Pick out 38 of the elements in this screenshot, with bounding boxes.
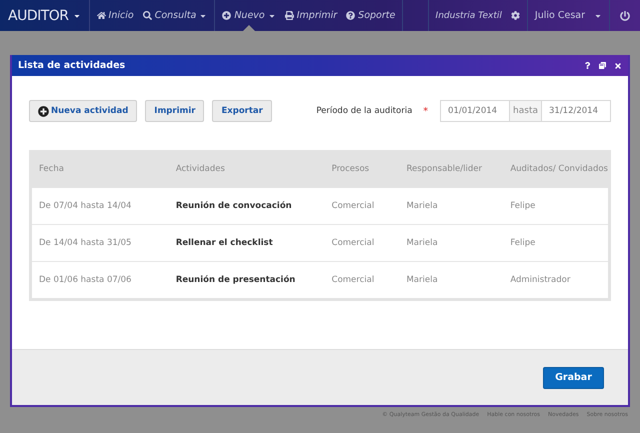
nav-link[interactable]: Imprimir — [284, 0, 338, 31]
nav-link[interactable]: Soporte — [346, 0, 396, 31]
table-cell: Comercial — [324, 262, 400, 300]
brand-logo[interactable]: AUDITOR — [8, 8, 69, 24]
save-button[interactable]: Grabar — [543, 366, 604, 388]
table-cell: De 01/06 hasta 07/06 — [30, 262, 169, 300]
table-cell: Felipe — [503, 224, 610, 262]
user-menu[interactable]: Julio Cesar — [534, 10, 585, 21]
table-cell: Reunión de convocación — [168, 188, 325, 224]
toolbar-button[interactable]: Imprimir — [145, 100, 204, 122]
toolbar-button[interactable]: Exportar — [212, 100, 272, 122]
table-cell: Comercial — [324, 188, 400, 224]
table-cell: Felipe — [503, 188, 610, 224]
required-mark: * — [423, 106, 428, 116]
date-field[interactable]: 01/01/2014 — [440, 100, 510, 122]
table-cell: Comercial — [324, 224, 400, 262]
column-header: Responsable/lider — [399, 150, 504, 188]
table-cell: Mariela — [399, 262, 504, 300]
dialog-title: Lista de actividades — [18, 60, 126, 71]
range-separator: hasta — [510, 100, 541, 122]
table-cell: Administrador — [503, 262, 610, 300]
nav-link[interactable]: Consulta — [142, 0, 208, 31]
table-cell: Reunión de presentación — [168, 262, 325, 300]
nav-link[interactable]: Inicio — [96, 0, 134, 31]
table-cell: Mariela — [399, 188, 504, 224]
company-name[interactable]: Industria Textil — [436, 10, 502, 20]
nav-link[interactable]: Nuevo — [222, 0, 276, 31]
column-header: Fecha — [30, 150, 169, 188]
period-label: Período de la auditoria — [316, 106, 412, 116]
table-cell: Rellenar el checklist — [168, 224, 325, 262]
table-cell: De 07/04 hasta 14/04 — [30, 188, 169, 224]
table-cell: Mariela — [399, 224, 504, 262]
column-header: Auditados/ Convidados — [503, 150, 610, 188]
toolbar-button[interactable]: Nueva actividad — [29, 100, 138, 122]
table-cell: De 14/04 hasta 31/05 — [30, 224, 169, 262]
column-header: Procesos — [324, 150, 400, 188]
column-header: Actividades — [168, 150, 325, 188]
date-field[interactable]: 31/12/2014 — [541, 100, 611, 122]
